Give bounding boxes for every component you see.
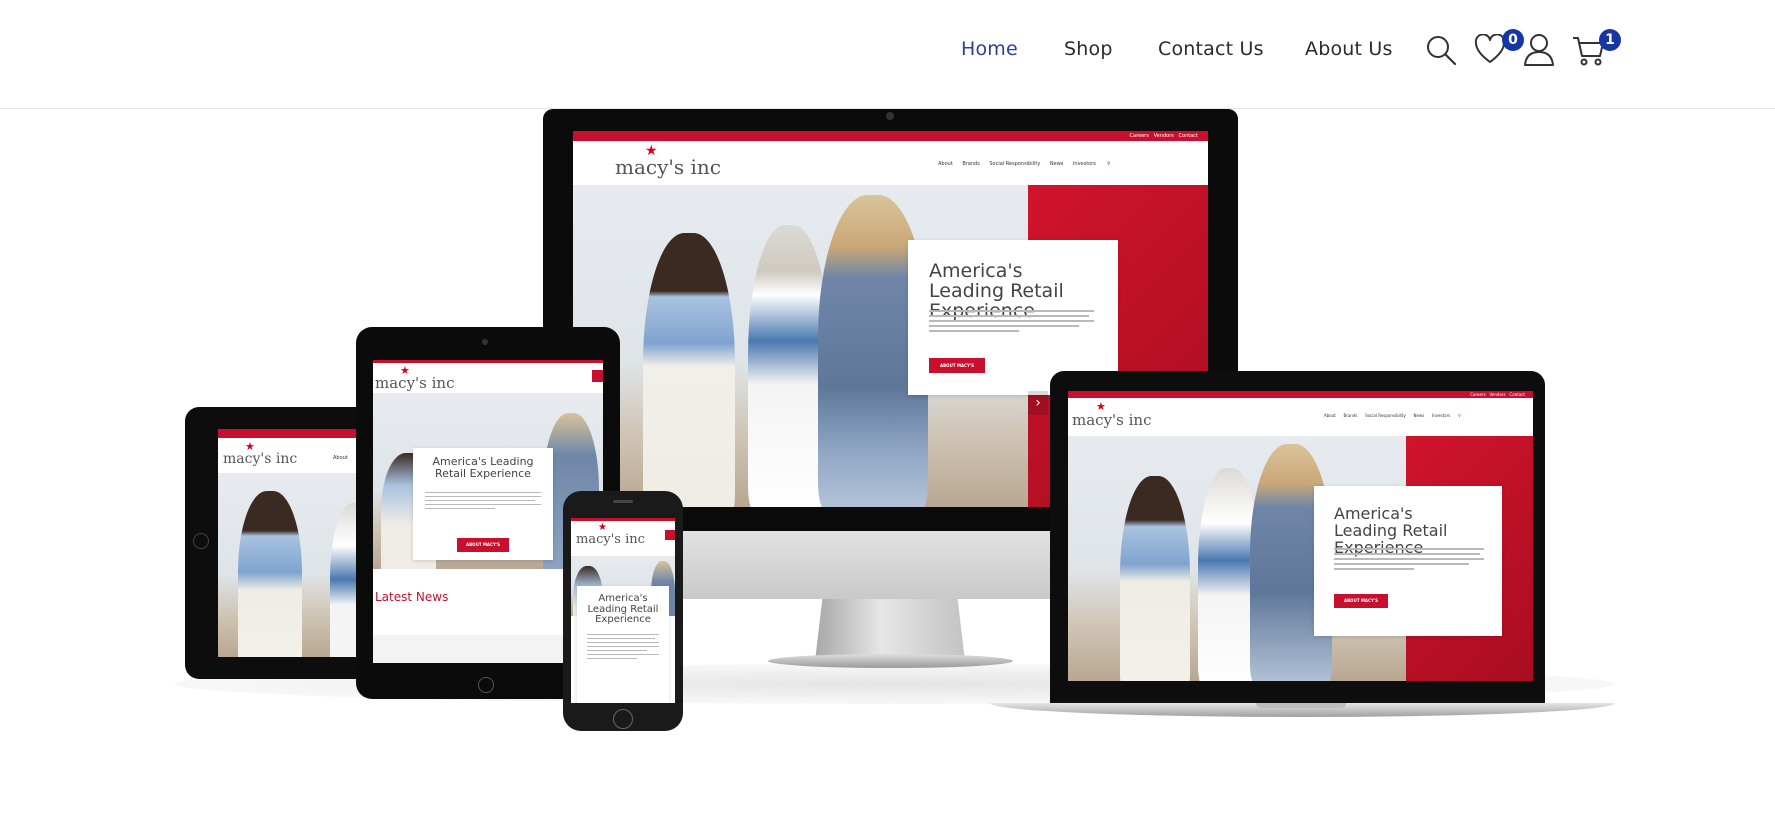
search-icon[interactable] [1425, 34, 1457, 70]
wishlist-count-badge: 0 [1502, 29, 1524, 51]
tablet-landscape: ★ macy's inc About [185, 407, 385, 679]
nav-home[interactable]: Home [961, 38, 1018, 60]
responsive-devices-image: Careers Vendors Contact ★ macy's inc Abo… [0, 109, 1775, 833]
user-icon[interactable] [1523, 33, 1555, 71]
cart-count-badge: 1 [1599, 29, 1621, 51]
nav-contact-us[interactable]: Contact Us [1158, 38, 1264, 60]
site-header: Home Shop Contact Us About Us 0 1 [0, 0, 1775, 109]
about-macys-button: ABOUT MACY'S [929, 358, 985, 373]
smartphone: ★ macy's inc America's Leading Retail Exp… [563, 491, 683, 731]
site-logo: ★ macy's inc [615, 143, 721, 179]
laptop: Careers Vendors Contact ★ macy's inc Abou… [990, 371, 1615, 717]
nav-about-us[interactable]: About Us [1305, 38, 1393, 60]
nav-shop[interactable]: Shop [1064, 38, 1113, 60]
latest-news-heading: Latest News [375, 590, 449, 604]
